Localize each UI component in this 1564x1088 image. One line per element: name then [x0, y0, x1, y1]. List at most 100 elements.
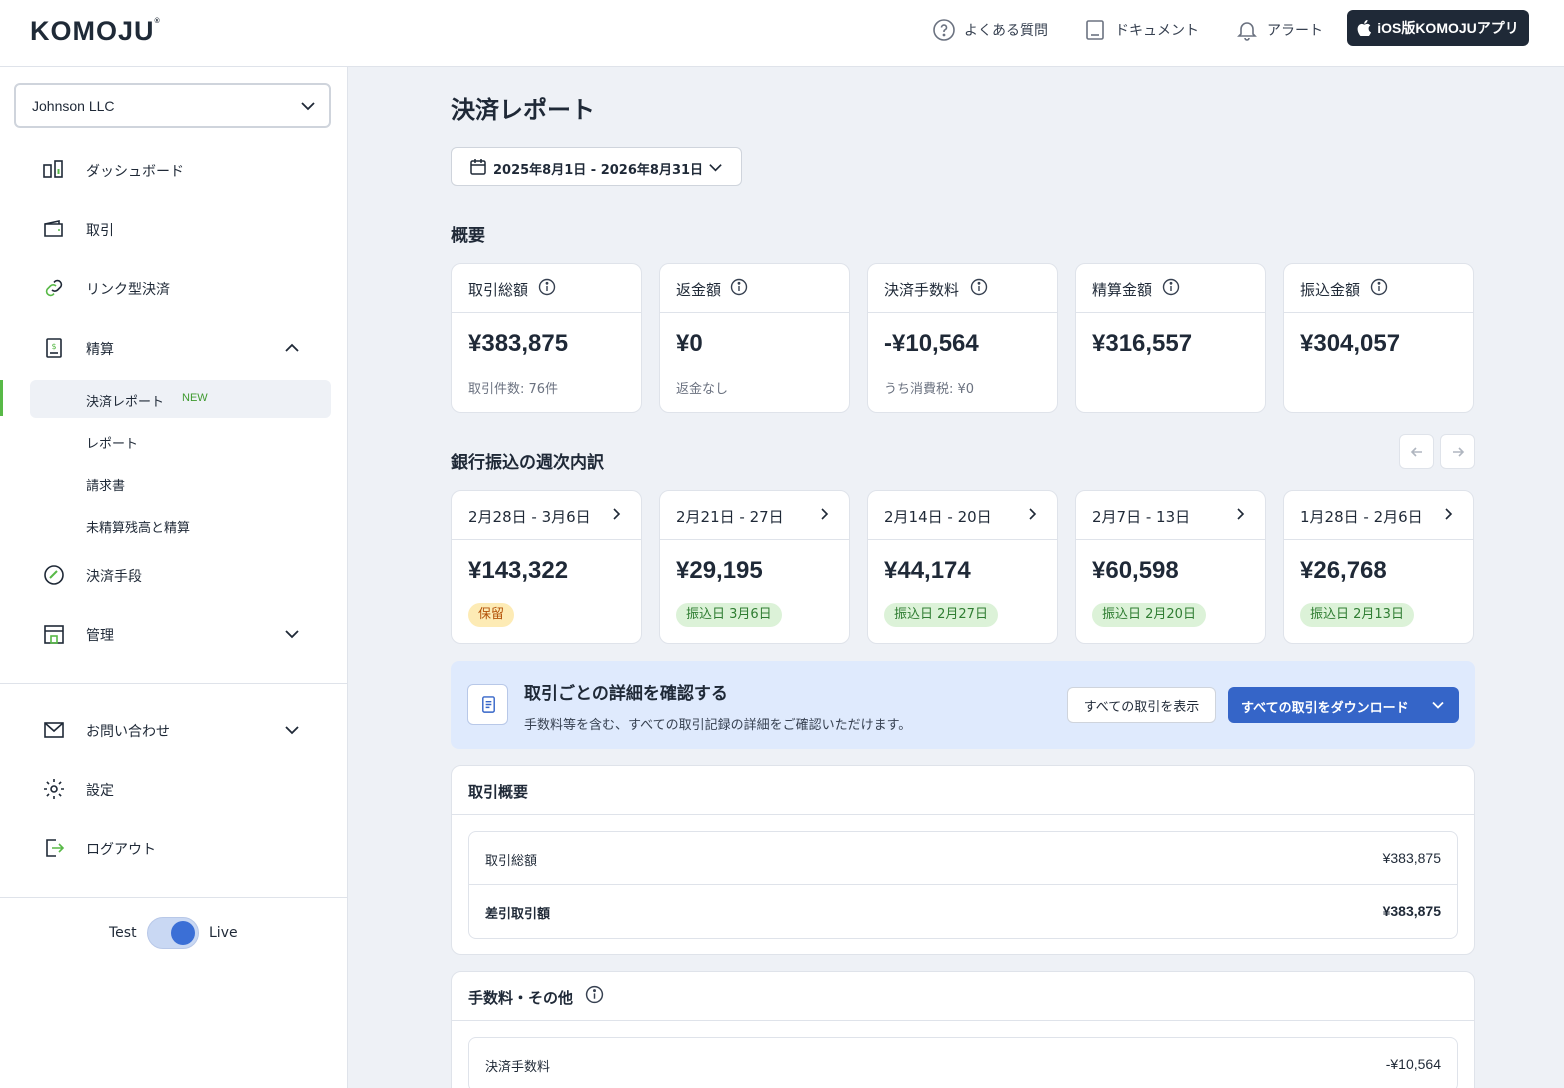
- card-title: 精算金額: [1092, 281, 1153, 299]
- weekly-card[interactable]: 2月7日 - 13日 ¥60,598 振込日 2月20日: [1075, 490, 1266, 644]
- sidebar-item-label: 精算: [86, 342, 114, 358]
- date-range-text: 2025年8月1日 - 2026年8月31日: [493, 163, 704, 178]
- docs-link[interactable]: ドキュメント: [1083, 18, 1199, 42]
- transaction-summary-panel: 取引概要 取引総額 ¥383,875 差引取引額 ¥383,875: [451, 765, 1475, 955]
- sidebar-subitem-label: 未精算残高と精算: [86, 521, 191, 536]
- card-header: 2月21日 - 27日: [660, 491, 849, 540]
- info-icon[interactable]: [970, 278, 988, 296]
- prev-week-button[interactable]: [1399, 434, 1434, 469]
- logo-text: KOMOJU: [30, 16, 155, 46]
- link-icon: [45, 279, 63, 297]
- sidebar-item-payment-methods[interactable]: 決済手段: [30, 555, 330, 595]
- sidebar: Johnson LLC ダッシュボード 取引 リンク型決済 $ 精算 決済レポー…: [0, 67, 348, 1088]
- sidebar-item-label: 設定: [86, 783, 114, 799]
- week-range: 2月7日 - 13日: [1092, 508, 1191, 526]
- week-amount: ¥29,195: [676, 557, 763, 584]
- row-value: -¥10,564: [1385, 1056, 1441, 1072]
- download-all-transactions-button[interactable]: すべての取引をダウンロード: [1228, 687, 1459, 723]
- card-header: 2月14日 - 20日: [868, 491, 1057, 540]
- sidebar-item-dashboard[interactable]: ダッシュボード: [30, 150, 330, 190]
- card-amount: -¥10,564: [884, 330, 979, 357]
- date-range-picker[interactable]: 2025年8月1日 - 2026年8月31日: [451, 147, 742, 186]
- weekly-breakdown-heading: 銀行振込の週次内訳: [451, 453, 604, 473]
- status-badge: 保留: [468, 603, 515, 627]
- live-mode-toggle[interactable]: [147, 917, 199, 949]
- banner-title: 取引ごとの詳細を確認する: [524, 684, 728, 704]
- sidebar-subitem-payment-report[interactable]: 決済レポート NEW: [30, 380, 331, 418]
- week-range: 2月14日 - 20日: [884, 508, 992, 526]
- status-badge: 振込日 3月6日: [676, 603, 782, 627]
- arrow-left-icon: [1410, 447, 1422, 457]
- card-header: 振込金額: [1284, 264, 1473, 313]
- invoice-dollar-icon: $: [46, 338, 62, 358]
- document-icon: [1086, 20, 1104, 40]
- sidebar-item-management[interactable]: 管理: [30, 614, 330, 654]
- sidebar-subitem-invoice[interactable]: 請求書: [30, 464, 331, 502]
- sidebar-subitem-unsettled[interactable]: 未精算残高と精算: [30, 506, 331, 544]
- card-amount: ¥383,875: [468, 330, 569, 357]
- weekly-card[interactable]: 2月21日 - 27日 ¥29,195 振込日 3月6日: [659, 490, 850, 644]
- sidebar-item-transactions[interactable]: 取引: [30, 209, 330, 249]
- card-header: 1月28日 - 2月6日: [1284, 491, 1473, 540]
- sidebar-divider: [0, 897, 347, 898]
- info-icon[interactable]: [1162, 278, 1180, 296]
- card-header: 2月28日 - 3月6日: [452, 491, 641, 540]
- calendar-icon: [470, 159, 486, 175]
- faq-label: よくある質問: [964, 23, 1048, 39]
- row-label: 差引取引額: [485, 907, 551, 922]
- card-subtext: 取引件数: 76件: [468, 382, 559, 397]
- card-subtext: うち消費税: ¥0: [884, 382, 975, 397]
- chevron-right-icon: [1237, 508, 1245, 520]
- card-amount: ¥304,057: [1300, 330, 1401, 357]
- overview-heading: 概要: [451, 226, 485, 246]
- chevron-up-icon: [285, 343, 299, 352]
- sidebar-subitem-report[interactable]: レポート: [30, 422, 331, 460]
- live-mode-label: Live: [209, 925, 238, 941]
- sidebar-item-settlement[interactable]: $ 精算: [30, 328, 330, 368]
- summary-card-settlement: 精算金額 ¥316,557: [1075, 263, 1266, 413]
- card-title: 決済手数料: [884, 281, 960, 299]
- row-label: 決済手数料: [485, 1060, 551, 1075]
- sidebar-item-logout[interactable]: ログアウト: [30, 828, 330, 868]
- week-amount: ¥44,174: [884, 557, 971, 584]
- card-title: 取引総額: [468, 281, 529, 299]
- question-circle-icon: [933, 19, 955, 41]
- payment-method-icon: [44, 565, 64, 585]
- info-icon[interactable]: [1370, 278, 1388, 296]
- card-title: 振込金額: [1300, 281, 1361, 299]
- account-select[interactable]: Johnson LLC: [14, 83, 331, 128]
- view-all-transactions-button[interactable]: すべての取引を表示: [1067, 687, 1216, 723]
- card-subtext: 返金なし: [676, 382, 729, 397]
- info-icon[interactable]: [730, 278, 748, 296]
- ios-app-button[interactable]: iOS版KOMOJUアプリ: [1347, 10, 1529, 46]
- panel-title: 取引概要: [468, 783, 529, 801]
- sidebar-subitem-label: レポート: [86, 437, 139, 452]
- info-icon[interactable]: [538, 278, 556, 296]
- alerts-link[interactable]: アラート: [1235, 18, 1323, 42]
- komoju-logo[interactable]: KOMOJU®: [30, 16, 161, 47]
- apple-icon: [1357, 20, 1372, 36]
- weekly-card[interactable]: 2月14日 - 20日 ¥44,174 振込日 2月27日: [867, 490, 1058, 644]
- fees-panel: 手数料・その他 決済手数料 -¥10,564: [451, 971, 1475, 1088]
- sidebar-item-contact[interactable]: お問い合わせ: [30, 710, 330, 750]
- weekly-card[interactable]: 2月28日 - 3月6日 ¥143,322 保留: [451, 490, 642, 644]
- status-badge: 振込日 2月13日: [1300, 603, 1414, 627]
- banner-icon-box: [467, 684, 508, 725]
- button-label: すべての取引をダウンロード: [1241, 701, 1409, 716]
- info-icon[interactable]: [585, 985, 604, 1004]
- week-amount: ¥143,322: [468, 557, 569, 584]
- svg-text:$: $: [51, 342, 56, 351]
- week-range: 2月28日 - 3月6日: [468, 508, 591, 526]
- chevron-down-icon: [285, 726, 299, 735]
- ios-app-label: iOS版KOMOJUアプリ: [1377, 20, 1519, 36]
- chevron-down-icon: [285, 630, 299, 639]
- card-title: 返金額: [676, 281, 722, 299]
- sidebar-item-link-payments[interactable]: リンク型決済: [30, 268, 330, 308]
- faq-link[interactable]: よくある質問: [932, 18, 1048, 42]
- sidebar-item-settings[interactable]: 設定: [30, 769, 330, 809]
- button-label: すべての取引を表示: [1083, 699, 1200, 715]
- next-week-button[interactable]: [1440, 434, 1475, 469]
- weekly-card[interactable]: 1月28日 - 2月6日 ¥26,768 振込日 2月13日: [1283, 490, 1474, 644]
- sidebar-divider: [0, 683, 347, 684]
- sidebar-item-label: リンク型決済: [86, 282, 170, 298]
